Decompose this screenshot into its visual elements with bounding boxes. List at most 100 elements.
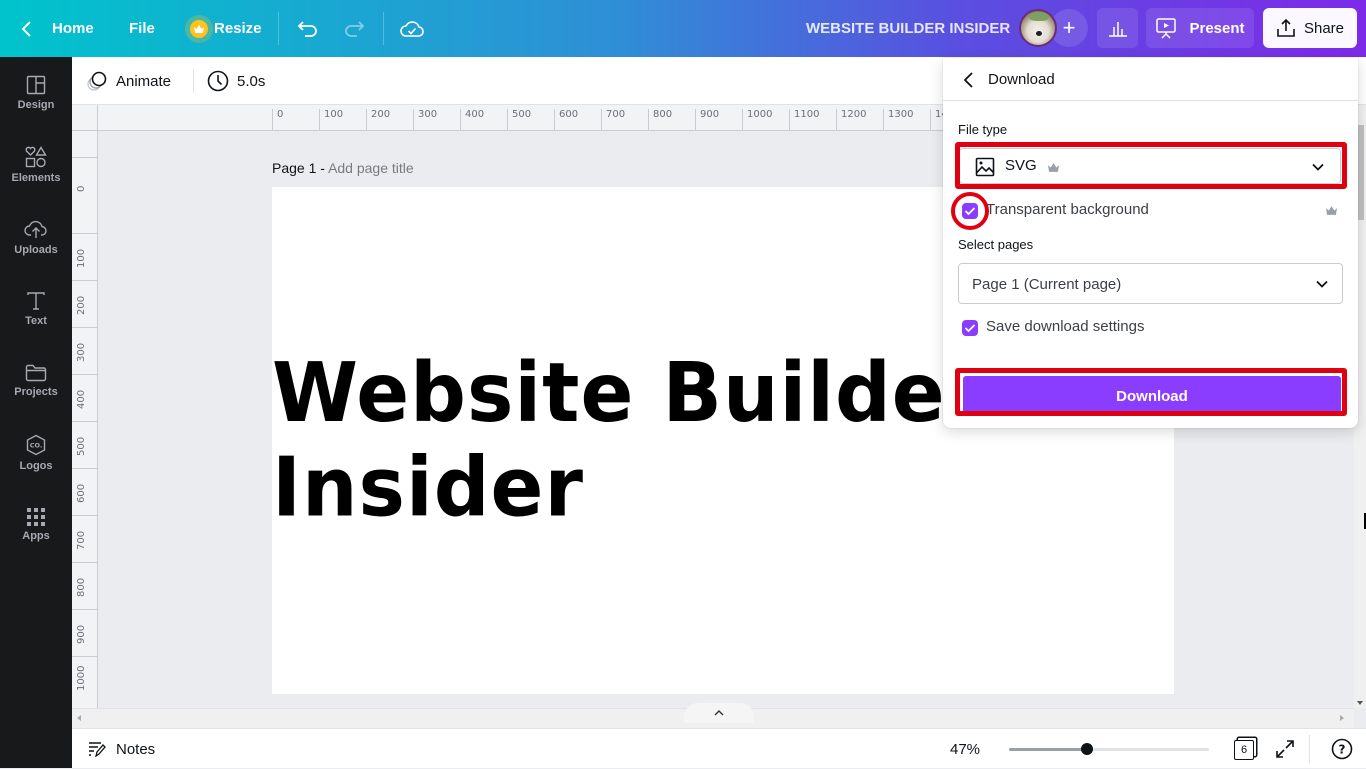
page-count-button[interactable]: 6 <box>1234 740 1254 760</box>
duration-label: 5.0s <box>237 72 266 90</box>
sidebar-item-design[interactable]: Design <box>0 57 72 129</box>
animate-button[interactable]: Animate <box>86 57 171 105</box>
scroll-right-arrow-icon[interactable] <box>1340 715 1344 721</box>
notes-icon <box>89 742 106 757</box>
ruler-tick: 0 <box>72 157 98 192</box>
ruler-tick: 1100 <box>789 109 819 131</box>
sidebar-item-text[interactable]: Text <box>0 273 72 345</box>
share-button[interactable]: Share <box>1263 8 1357 48</box>
back-button[interactable] <box>959 70 979 90</box>
design-title[interactable]: WEBSITE BUILDER INSIDER <box>806 0 1010 57</box>
resize-label: Resize <box>214 20 262 37</box>
sidebar-item-apps[interactable]: Apps <box>0 489 72 561</box>
check-icon <box>964 324 976 333</box>
present-button[interactable]: Present <box>1146 8 1254 48</box>
file-label: File <box>129 20 155 37</box>
select-pages-dropdown[interactable]: Page 1 (Current page) <box>958 263 1343 304</box>
ruler-tick: 900 <box>695 109 719 131</box>
ruler-tick: 300 <box>72 327 98 362</box>
duration-button[interactable]: 5.0s <box>207 57 265 105</box>
sidebar-item-logos[interactable]: CO. Logos <box>0 417 72 489</box>
sidebar-item-label: Projects <box>14 386 58 398</box>
file-menu-button[interactable]: File <box>129 0 155 57</box>
divider <box>383 12 384 45</box>
bar-chart-icon <box>1108 22 1127 37</box>
share-label: Share <box>1303 19 1345 37</box>
ruler-tick: 700 <box>601 109 625 131</box>
show-pages-toggle[interactable] <box>684 703 754 723</box>
redo-button[interactable] <box>343 0 365 57</box>
resize-button[interactable]: Resize <box>190 0 262 57</box>
sidebar-item-uploads[interactable]: Uploads <box>0 201 72 273</box>
ruler-tick: 1000 <box>72 656 98 691</box>
download-panel-header: Download <box>943 58 1358 101</box>
animate-label: Animate <box>116 72 172 90</box>
sidebar-item-elements[interactable]: Elements <box>0 129 72 201</box>
save-download-settings-checkbox[interactable] <box>962 320 978 336</box>
scroll-down-arrow-icon[interactable] <box>1357 701 1363 705</box>
help-button[interactable]: ? <box>1330 737 1354 761</box>
upload-share-icon <box>1277 18 1295 37</box>
svg-text:?: ? <box>1339 743 1346 757</box>
user-avatar[interactable] <box>1019 9 1057 47</box>
ruler-tick: 900 <box>72 609 98 644</box>
ruler-tick: 300 <box>413 109 437 131</box>
presentation-icon <box>1156 18 1177 39</box>
sidebar-item-projects[interactable]: Projects <box>0 345 72 417</box>
plus-icon: + <box>1062 15 1076 40</box>
chevron-down-icon <box>1312 163 1324 171</box>
present-label: Present <box>1189 19 1245 37</box>
sidebar-item-label: Apps <box>22 530 50 542</box>
save-download-settings-label[interactable]: Save download settings <box>986 318 1144 335</box>
crown-icon <box>190 19 208 38</box>
image-icon <box>975 157 995 177</box>
insights-button[interactable] <box>1097 8 1138 48</box>
zoom-slider-fill <box>1009 748 1087 751</box>
transparent-background-label[interactable]: Transparent background <box>986 201 1149 218</box>
chevron-up-icon <box>714 710 724 716</box>
ruler-tick: 1000 <box>742 109 772 131</box>
crown-icon <box>1326 206 1337 215</box>
ruler-corner <box>72 105 98 131</box>
ruler-tick: 800 <box>648 109 672 131</box>
ruler-tick: 0 <box>272 109 283 131</box>
ruler-tick: 200 <box>72 280 98 315</box>
download-button[interactable]: Download <box>963 376 1341 416</box>
save-status-button[interactable] <box>400 0 424 57</box>
ruler-tick: 500 <box>72 421 98 456</box>
ruler-tick: 100 <box>72 233 98 268</box>
svg-text:CO.: CO. <box>30 442 43 450</box>
ruler-tick: 800 <box>72 562 98 597</box>
chevron-down-icon <box>1316 280 1328 288</box>
zoom-slider[interactable] <box>1009 743 1209 755</box>
ruler-tick: 200 <box>366 109 390 131</box>
select-pages-value: Page 1 (Current page) <box>972 276 1122 293</box>
sidebar-item-label: Uploads <box>14 244 58 256</box>
ruler-tick: 600 <box>554 109 578 131</box>
home-label: Home <box>52 20 94 37</box>
scroll-left-arrow-icon[interactable] <box>77 715 81 721</box>
notes-label: Notes <box>116 740 156 758</box>
cloud-upload-icon <box>24 220 47 238</box>
horizontal-scrollbar[interactable] <box>72 703 1354 728</box>
ruler-tick: 400 <box>72 374 98 409</box>
notes-button[interactable]: Notes <box>88 729 155 769</box>
fullscreen-button[interactable] <box>1273 737 1297 761</box>
undo-button[interactable] <box>297 0 319 57</box>
transparent-background-checkbox[interactable] <box>962 203 978 219</box>
zoom-percentage[interactable]: 47% <box>950 729 980 769</box>
sidebar-item-label: Design <box>17 99 55 111</box>
sidebar-item-label: Logos <box>19 460 53 472</box>
download-panel-title: Download <box>988 71 1055 88</box>
ruler-tick: 700 <box>72 515 98 550</box>
crown-icon <box>1048 163 1059 172</box>
divider <box>278 12 279 45</box>
file-type-value: SVG <box>1005 157 1037 174</box>
file-type-dropdown[interactable]: SVG <box>959 148 1341 184</box>
file-type-label: File type <box>958 122 1008 137</box>
zoom-slider-handle[interactable] <box>1081 743 1093 755</box>
grid-icon <box>27 508 45 526</box>
chevron-left-icon <box>963 72 973 88</box>
home-button[interactable]: Home <box>20 0 94 57</box>
text-icon <box>27 292 45 310</box>
